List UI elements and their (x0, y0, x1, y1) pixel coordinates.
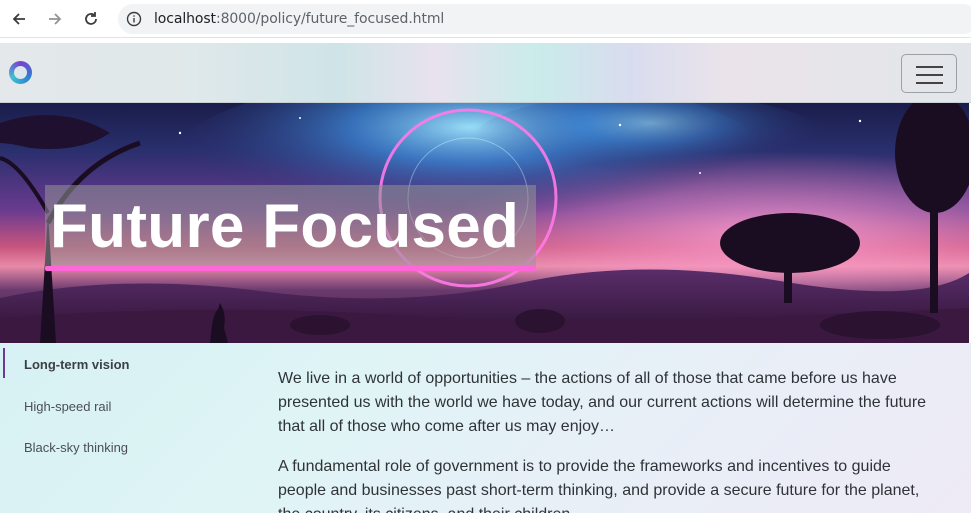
hero-banner: Future Focused (0, 103, 969, 343)
forward-arrow-icon (49, 13, 62, 25)
back-arrow-icon (12, 13, 25, 25)
sidebar-item-black-sky-thinking[interactable]: Black-sky thinking (24, 440, 128, 455)
address-bar[interactable]: localhost:8000/policy/future_focused.htm… (118, 4, 971, 34)
reload-icon (85, 12, 97, 25)
menu-toggle-button[interactable] (901, 54, 957, 93)
reload-button[interactable] (80, 8, 102, 30)
government-role-paragraph: A fundamental role of government is to p… (278, 458, 920, 513)
site-logo-icon[interactable] (9, 61, 32, 84)
title-underline (45, 266, 536, 271)
site-info-icon[interactable] (126, 11, 142, 27)
page-title: Future Focused (50, 192, 520, 261)
active-item-marker (3, 348, 5, 378)
content-area: Long-term vision High-speed rail Black-s… (0, 343, 971, 513)
sidebar-item-long-term-vision[interactable]: Long-term vision (24, 357, 129, 372)
url-text[interactable]: localhost:8000/policy/future_focused.htm… (154, 11, 444, 27)
browser-toolbar: localhost:8000/policy/future_focused.htm… (0, 0, 971, 38)
url-path: :8000/policy/future_focused.html (215, 11, 445, 27)
forward-button[interactable] (44, 8, 66, 30)
back-button[interactable] (8, 8, 30, 30)
intro-paragraph: We live in a world of opportunities – th… (278, 370, 927, 435)
site-navbar (0, 43, 971, 103)
sidebar-item-high-speed-rail[interactable]: High-speed rail (24, 399, 111, 414)
url-host: localhost (154, 11, 216, 27)
